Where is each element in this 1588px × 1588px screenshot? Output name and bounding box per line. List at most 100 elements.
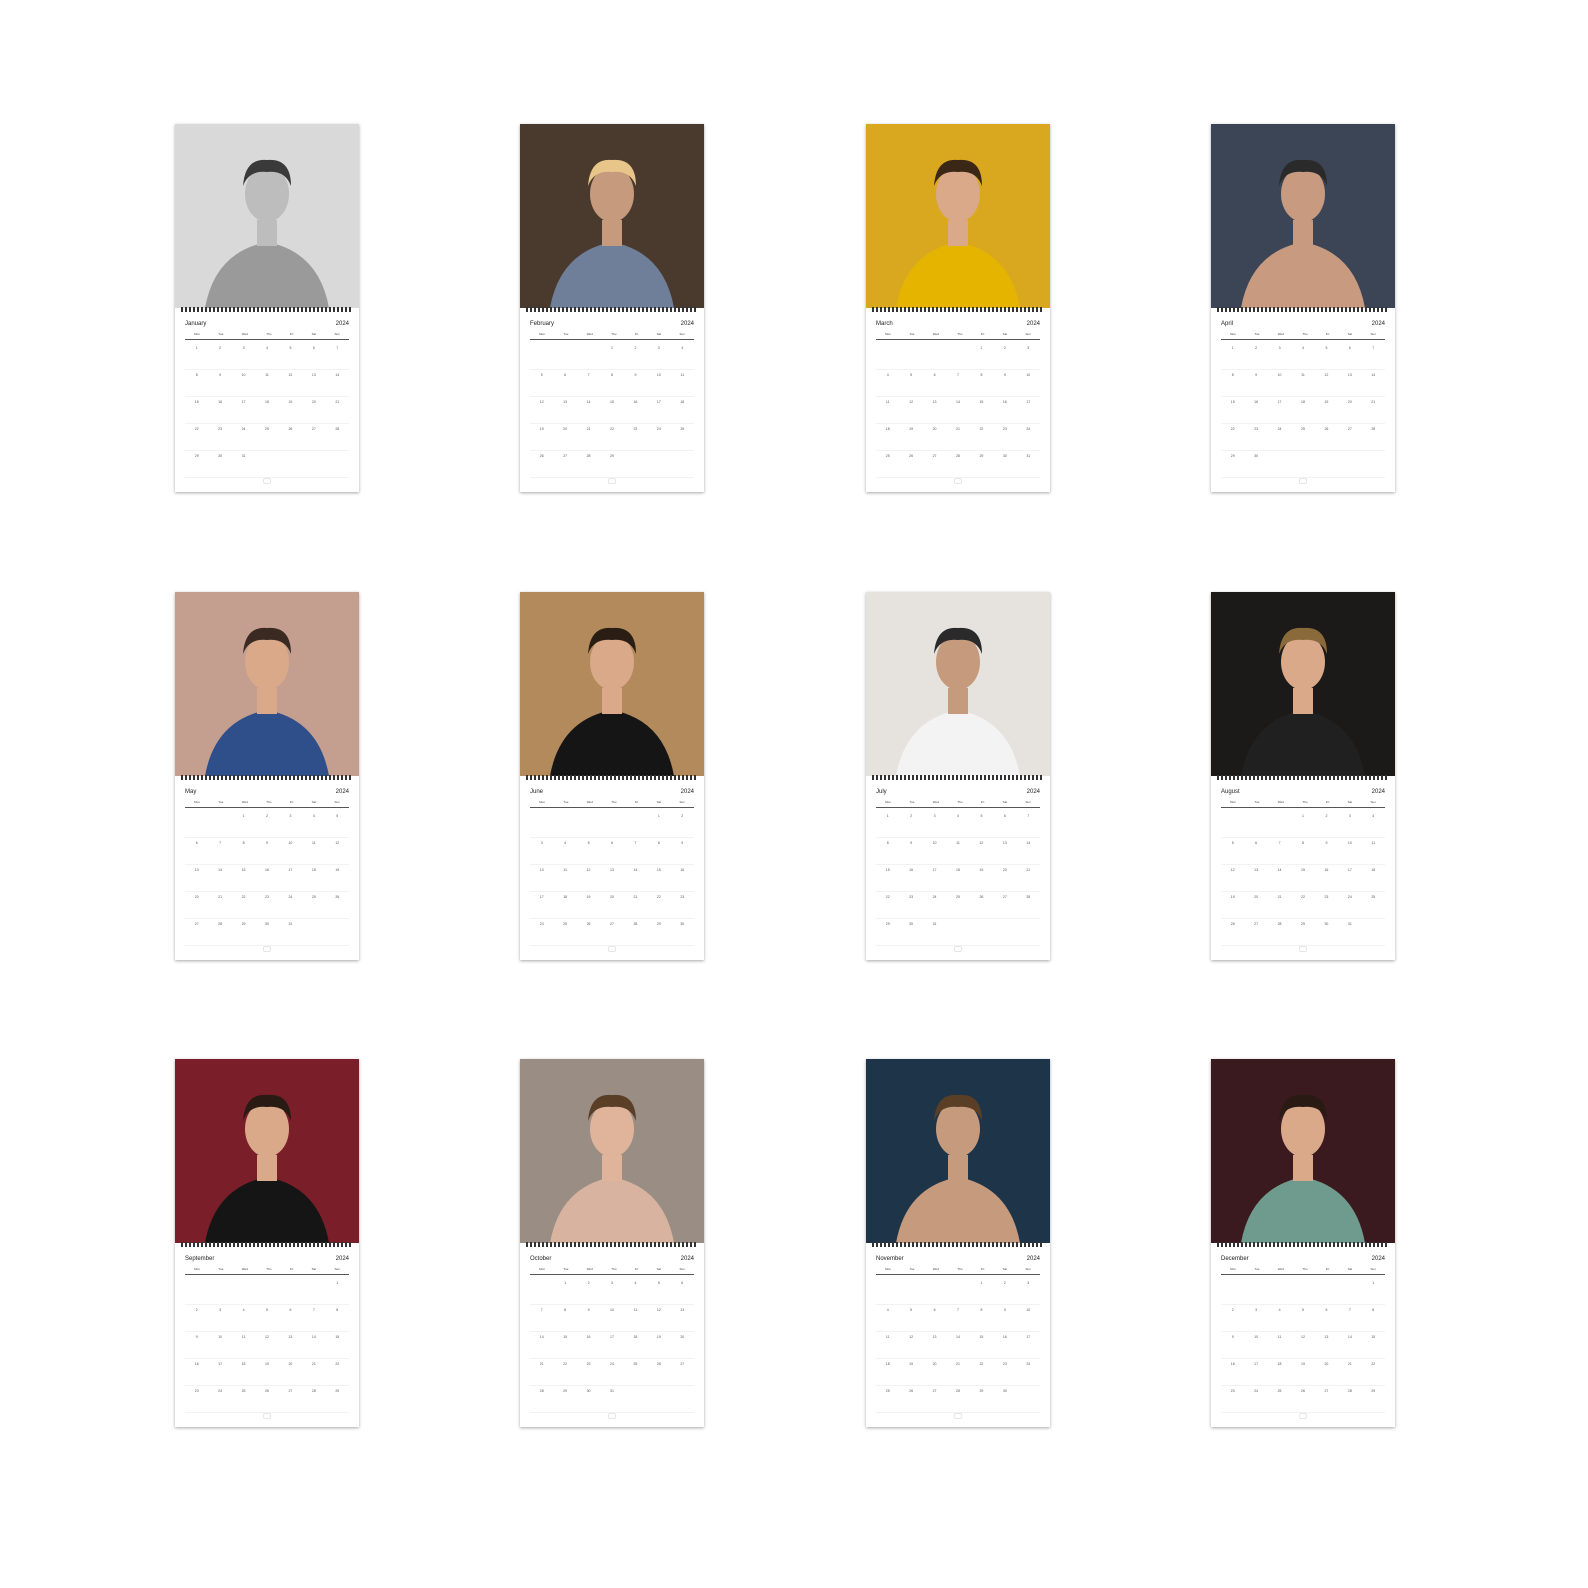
day-cell[interactable]: 31 bbox=[922, 919, 947, 946]
day-cell[interactable]: 15 bbox=[969, 397, 994, 424]
day-cell[interactable]: 16 bbox=[1314, 865, 1339, 892]
day-cell[interactable]: 12 bbox=[530, 397, 554, 424]
day-cell[interactable]: 12 bbox=[969, 838, 994, 865]
day-cell[interactable]: 11 bbox=[623, 1305, 648, 1332]
day-cell[interactable]: 17 bbox=[1016, 397, 1040, 424]
day-cell[interactable]: 20 bbox=[922, 424, 947, 451]
day-cell[interactable]: 7 bbox=[1361, 343, 1385, 370]
day-cell[interactable]: 15 bbox=[600, 397, 624, 424]
day-cell[interactable]: 14 bbox=[1361, 370, 1385, 397]
day-cell[interactable]: 18 bbox=[231, 1359, 256, 1386]
day-cell[interactable] bbox=[530, 343, 554, 370]
day-cell[interactable]: 29 bbox=[325, 1386, 349, 1413]
day-cell[interactable]: 11 bbox=[1291, 370, 1315, 397]
day-cell[interactable]: 13 bbox=[1338, 370, 1362, 397]
day-cell[interactable]: 16 bbox=[670, 865, 694, 892]
day-cell[interactable]: 24 bbox=[600, 1359, 624, 1386]
day-cell[interactable] bbox=[1016, 919, 1040, 946]
day-cell[interactable] bbox=[922, 343, 947, 370]
day-cell[interactable]: 24 bbox=[231, 424, 256, 451]
day-cell[interactable]: 4 bbox=[553, 838, 577, 865]
day-cell[interactable]: 19 bbox=[1291, 1359, 1315, 1386]
day-cell[interactable]: 11 bbox=[1267, 1332, 1292, 1359]
day-cell[interactable]: 10 bbox=[1338, 838, 1362, 865]
day-cell[interactable]: 17 bbox=[1016, 1332, 1040, 1359]
day-cell[interactable] bbox=[255, 451, 279, 478]
day-cell[interactable]: 2 bbox=[1221, 1305, 1245, 1332]
day-cell[interactable] bbox=[553, 343, 577, 370]
day-cell[interactable] bbox=[946, 1278, 970, 1305]
day-cell[interactable]: 30 bbox=[993, 1386, 1017, 1413]
day-cell[interactable]: 14 bbox=[623, 865, 648, 892]
day-cell[interactable]: 5 bbox=[278, 343, 303, 370]
day-cell[interactable]: 27 bbox=[1338, 424, 1362, 451]
day-cell[interactable]: 11 bbox=[553, 865, 577, 892]
day-cell[interactable]: 15 bbox=[1361, 1332, 1385, 1359]
day-cell[interactable]: 21 bbox=[302, 1359, 326, 1386]
day-cell[interactable]: 24 bbox=[278, 892, 303, 919]
day-cell[interactable] bbox=[1244, 1278, 1268, 1305]
day-cell[interactable]: 29 bbox=[1361, 1386, 1385, 1413]
day-cell[interactable] bbox=[231, 1278, 256, 1305]
day-cell[interactable]: 14 bbox=[1338, 1332, 1362, 1359]
day-cell[interactable]: 3 bbox=[1016, 343, 1040, 370]
day-cell[interactable] bbox=[576, 343, 601, 370]
day-cell[interactable] bbox=[1314, 1278, 1339, 1305]
day-cell[interactable]: 22 bbox=[876, 892, 900, 919]
day-cell[interactable]: 20 bbox=[922, 1359, 947, 1386]
day-cell[interactable]: 7 bbox=[1016, 811, 1040, 838]
day-cell[interactable]: 5 bbox=[899, 1305, 923, 1332]
day-cell[interactable]: 13 bbox=[278, 1332, 303, 1359]
day-cell[interactable]: 26 bbox=[255, 1386, 279, 1413]
day-cell[interactable]: 21 bbox=[208, 892, 232, 919]
day-cell[interactable]: 9 bbox=[623, 370, 648, 397]
day-cell[interactable]: 6 bbox=[922, 370, 947, 397]
day-cell[interactable]: 28 bbox=[946, 1386, 970, 1413]
day-cell[interactable]: 6 bbox=[670, 1278, 694, 1305]
day-cell[interactable] bbox=[1016, 1386, 1040, 1413]
day-cell[interactable]: 21 bbox=[1361, 397, 1385, 424]
day-cell[interactable]: 7 bbox=[1267, 838, 1292, 865]
day-cell[interactable] bbox=[553, 811, 577, 838]
day-cell[interactable]: 7 bbox=[946, 370, 970, 397]
day-cell[interactable]: 21 bbox=[530, 1359, 554, 1386]
day-cell[interactable]: 30 bbox=[1244, 451, 1268, 478]
day-cell[interactable]: 28 bbox=[530, 1386, 554, 1413]
day-cell[interactable]: 12 bbox=[647, 1305, 671, 1332]
day-cell[interactable]: 8 bbox=[1291, 838, 1315, 865]
day-cell[interactable]: 10 bbox=[922, 838, 947, 865]
day-cell[interactable]: 18 bbox=[876, 424, 900, 451]
day-cell[interactable]: 13 bbox=[553, 397, 577, 424]
day-cell[interactable]: 28 bbox=[1361, 424, 1385, 451]
day-cell[interactable]: 11 bbox=[1361, 838, 1385, 865]
day-cell[interactable]: 9 bbox=[1314, 838, 1339, 865]
day-cell[interactable]: 30 bbox=[576, 1386, 601, 1413]
day-cell[interactable]: 1 bbox=[325, 1278, 349, 1305]
day-cell[interactable]: 1 bbox=[553, 1278, 577, 1305]
day-cell[interactable]: 8 bbox=[647, 838, 671, 865]
day-cell[interactable]: 4 bbox=[623, 1278, 648, 1305]
day-cell[interactable] bbox=[1267, 1278, 1292, 1305]
day-cell[interactable]: 27 bbox=[553, 451, 577, 478]
day-cell[interactable]: 3 bbox=[1338, 811, 1362, 838]
day-cell[interactable]: 9 bbox=[576, 1305, 601, 1332]
day-cell[interactable]: 1 bbox=[969, 1278, 994, 1305]
day-cell[interactable] bbox=[1267, 451, 1292, 478]
day-cell[interactable]: 13 bbox=[1314, 1332, 1339, 1359]
day-cell[interactable]: 6 bbox=[1314, 1305, 1339, 1332]
day-cell[interactable]: 22 bbox=[969, 1359, 994, 1386]
day-cell[interactable]: 2 bbox=[1244, 343, 1268, 370]
day-cell[interactable]: 4 bbox=[1267, 1305, 1292, 1332]
day-cell[interactable]: 21 bbox=[325, 397, 349, 424]
day-cell[interactable] bbox=[876, 343, 900, 370]
day-cell[interactable] bbox=[1291, 1278, 1315, 1305]
day-cell[interactable]: 28 bbox=[302, 1386, 326, 1413]
day-cell[interactable] bbox=[530, 1278, 554, 1305]
day-cell[interactable]: 25 bbox=[946, 892, 970, 919]
day-cell[interactable]: 18 bbox=[302, 865, 326, 892]
day-cell[interactable]: 29 bbox=[969, 451, 994, 478]
day-cell[interactable]: 15 bbox=[1291, 865, 1315, 892]
day-cell[interactable] bbox=[302, 919, 326, 946]
day-cell[interactable]: 25 bbox=[876, 1386, 900, 1413]
day-cell[interactable]: 19 bbox=[899, 1359, 923, 1386]
